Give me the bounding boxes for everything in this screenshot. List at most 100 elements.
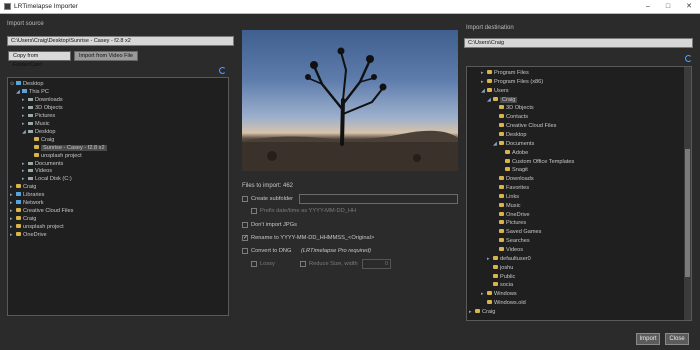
computer-icon xyxy=(16,192,21,197)
tree-item[interactable]: ▸ Program Files xyxy=(481,69,529,77)
reduce-size-checkbox[interactable] xyxy=(300,261,306,267)
tree-item[interactable]: ▸ unsplash project xyxy=(10,223,64,231)
tree-item[interactable]: ▸ Craig xyxy=(10,183,36,191)
tree-item[interactable]: ▸ Libraries xyxy=(10,191,44,199)
tree-item-label: Public xyxy=(500,273,516,280)
scrollbar-thumb[interactable] xyxy=(685,149,690,277)
tree-item-label: Libraries xyxy=(23,192,45,199)
tree-item-label: 3D Objects xyxy=(506,105,534,112)
subfolder-name-input[interactable] xyxy=(299,194,458,204)
lossy-checkbox[interactable] xyxy=(251,261,257,267)
refresh-source-icon[interactable] xyxy=(219,67,226,74)
tree-item[interactable]: ◢ Users xyxy=(481,87,509,95)
tab-copy-from-folder[interactable]: Copy from Folder/Card xyxy=(8,51,71,68)
dont-import-jpgs-checkbox[interactable] xyxy=(242,222,248,228)
minimize-button[interactable]: – xyxy=(638,0,658,13)
tree-item-label: Users xyxy=(494,87,509,94)
folder-icon xyxy=(493,255,498,260)
import-source-path-field[interactable]: C:\Users\Craig\Desktop\Sunrise - Casey -… xyxy=(7,36,234,46)
tree-item[interactable]: ◢ This PC xyxy=(16,88,49,96)
tree-item[interactable]: Contacts xyxy=(493,113,528,121)
tree-item[interactable]: Favorites xyxy=(493,184,529,192)
maximize-button[interactable]: □ xyxy=(658,0,678,13)
prefix-datetime-checkbox[interactable] xyxy=(251,208,257,214)
tab-import-from-video[interactable]: Import from Video File xyxy=(74,51,138,61)
tree-item[interactable]: ▸ Windows xyxy=(481,290,517,298)
tree-item[interactable]: ▸ Pictures xyxy=(22,112,55,120)
tree-item[interactable]: ▸ defaultuser0 xyxy=(487,255,531,263)
tree-item[interactable]: ▸ Creative Cloud Files xyxy=(10,207,73,215)
folder-icon xyxy=(487,87,492,92)
tree-item[interactable]: Adobe xyxy=(499,149,528,157)
tree-item[interactable]: ◢ Documents xyxy=(493,140,534,148)
tree-item[interactable]: ▸ Craig xyxy=(469,308,495,316)
tree-item[interactable]: ▸ 3D Objects xyxy=(22,104,63,112)
reduce-width-input[interactable]: 0 xyxy=(362,259,391,269)
tree-item[interactable]: ▸ Network xyxy=(10,199,44,207)
refresh-destination-icon[interactable] xyxy=(685,55,692,62)
tree-item[interactable]: ▸ Local Disk (C:) xyxy=(22,175,72,183)
tree-item[interactable]: 3D Objects xyxy=(493,104,534,112)
import-destination-path-field[interactable]: C:\Users\Craig xyxy=(464,38,693,48)
tree-item[interactable]: joshu xyxy=(487,264,513,272)
folder-icon xyxy=(499,220,504,225)
drive-icon xyxy=(28,97,33,101)
tree-item[interactable]: Windows.old xyxy=(481,299,526,307)
tree-item-label: Program Files xyxy=(494,70,529,76)
tree-item[interactable]: ▸ Documents xyxy=(22,160,63,168)
folder-icon xyxy=(499,105,504,110)
destination-scrollbar[interactable] xyxy=(684,67,691,320)
tree-item[interactable]: unsplash project xyxy=(28,152,82,160)
create-subfolder-checkbox[interactable] xyxy=(242,196,248,202)
tree-item[interactable]: Creative Cloud Files xyxy=(493,122,556,130)
folder-icon xyxy=(499,114,504,119)
close-button[interactable]: Close xyxy=(665,333,689,345)
folder-icon xyxy=(499,238,504,243)
tree-item[interactable]: OneDrive xyxy=(493,211,530,219)
title-bar: LRTimelapse Importer – □ ✕ xyxy=(0,0,700,14)
tree-item[interactable]: Sunrise - Casey - f2.8 x2 xyxy=(28,144,107,152)
folder-icon xyxy=(493,96,498,101)
tree-item[interactable]: Music xyxy=(493,202,521,210)
tree-item[interactable]: ▸ Program Files (x86) xyxy=(481,78,543,86)
tree-item[interactable]: ◢ Craig xyxy=(487,96,518,104)
tree-item-label: unsplash project xyxy=(23,224,64,231)
tree-item-label: unsplash project xyxy=(41,152,82,159)
folder-icon xyxy=(499,140,504,145)
tree-item[interactable]: Pictures xyxy=(493,219,526,227)
tree-item-label: OneDrive xyxy=(23,232,47,239)
import-button[interactable]: Import xyxy=(636,333,660,345)
folder-icon xyxy=(493,273,498,278)
tree-item[interactable]: socia xyxy=(487,281,513,289)
tree-item[interactable]: Searches xyxy=(493,237,530,245)
files-to-import-count: Files to import: 462 xyxy=(242,183,294,189)
tree-item[interactable]: ▸ OneDrive xyxy=(10,231,47,239)
tree-item[interactable]: Downloads xyxy=(493,175,534,183)
tree-item-label: Links xyxy=(506,193,520,200)
tree-item-label: Craig xyxy=(23,216,37,223)
tree-item-label: socia xyxy=(500,282,514,289)
tree-item[interactable]: Public xyxy=(487,273,515,281)
tree-item[interactable]: Videos xyxy=(493,246,523,254)
destination-tree: ▸ Program Files ▸ Program Files (x86) ◢ Users… xyxy=(467,67,691,320)
convert-dng-checkbox[interactable] xyxy=(242,248,248,254)
tree-item[interactable]: Craig xyxy=(28,136,54,144)
tree-item[interactable]: ▸ Craig xyxy=(10,215,36,223)
tree-item[interactable]: ◢ Desktop xyxy=(22,128,56,136)
tree-item[interactable]: ▸ Videos xyxy=(22,167,52,175)
tree-item[interactable]: ▸ Music xyxy=(22,120,50,128)
tree-item[interactable]: Links xyxy=(493,193,519,201)
close-window-button[interactable]: ✕ xyxy=(679,0,699,13)
tree-item[interactable]: Desktop xyxy=(493,131,527,139)
tree-item[interactable]: Snagit xyxy=(499,166,528,174)
rename-checkbox[interactable] xyxy=(242,234,248,241)
drive-icon xyxy=(28,169,33,173)
folder-icon xyxy=(16,184,21,189)
tree-item-label: Desktop xyxy=(35,128,56,135)
tree-item[interactable]: Custom Office Templates xyxy=(499,158,574,166)
tree-item[interactable]: ▸ Downloads xyxy=(22,96,63,104)
tree-item-label: Music xyxy=(35,120,50,127)
rename-label: Rename to YYYY-MM-DD_HHMMSS_<Original> xyxy=(251,235,375,241)
tree-item[interactable]: ⊙ Desktop xyxy=(10,80,44,88)
tree-item[interactable]: Saved Games xyxy=(493,228,541,236)
